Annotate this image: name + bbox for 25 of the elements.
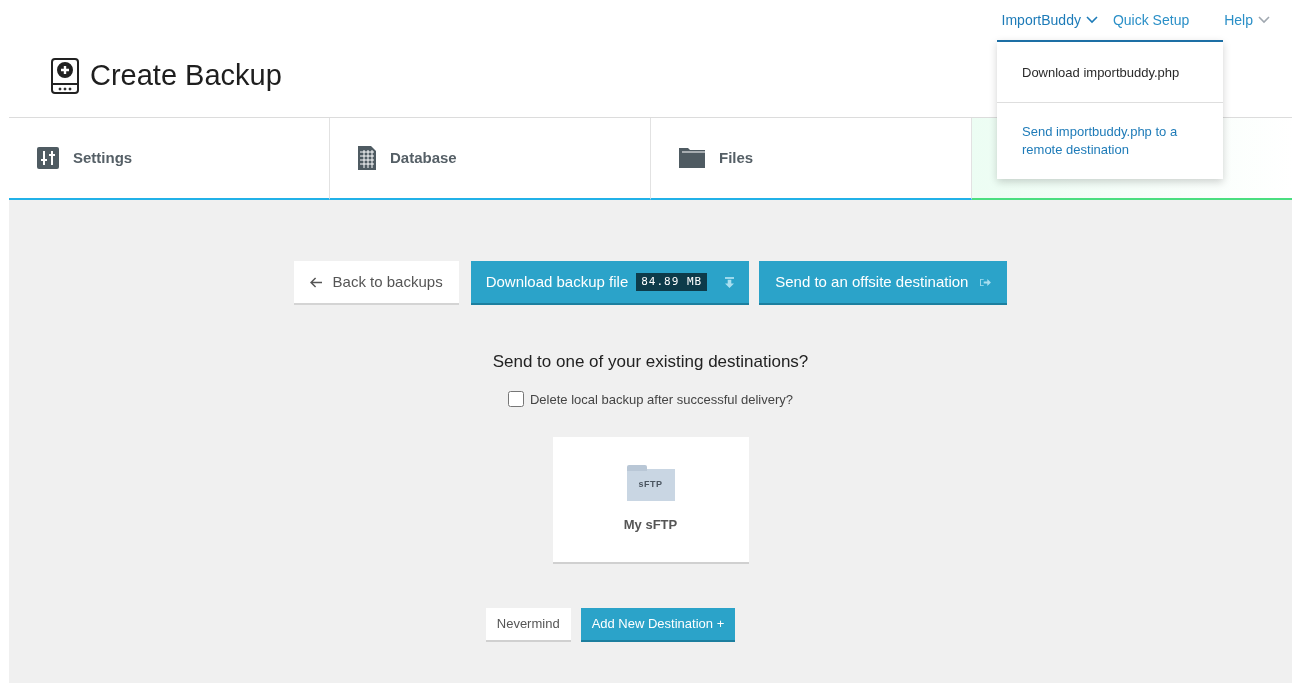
destination-name: My sFTP <box>623 515 678 534</box>
tab[interactable]: Database <box>330 118 651 200</box>
destination-card[interactable]: sFTP My sFTP <box>552 437 749 562</box>
size-badge: 84.89 MB <box>636 272 708 292</box>
arrow-left-icon <box>309 276 323 288</box>
nav-link[interactable]: Quick Setup <box>1112 10 1190 30</box>
nav-link[interactable]: ImportBuddy <box>1001 10 1098 30</box>
document-icon <box>358 146 376 170</box>
menu-item[interactable]: Send importbuddy.php to a remote destination <box>997 102 1223 179</box>
page-title: Create Backup <box>90 58 282 94</box>
folder-icon <box>679 148 705 168</box>
question-text: Send to one of your existing destinations? <box>492 351 809 373</box>
sliders-icon <box>37 147 59 169</box>
nevermind-button[interactable]: Nevermind <box>485 608 571 640</box>
nav-link[interactable]: Help <box>1224 10 1270 30</box>
checkbox[interactable] <box>508 391 524 408</box>
download-icon <box>725 276 735 288</box>
back-button[interactable]: Back to backups <box>293 261 459 303</box>
drive-icon <box>50 57 80 95</box>
download-button[interactable]: Download backup file 84.89 MB <box>470 261 750 303</box>
tab[interactable]: Files <box>651 118 972 200</box>
checkbox-label: Delete local backup after successful delivery? <box>530 390 793 409</box>
tab[interactable]: Settings <box>9 118 330 200</box>
export-icon <box>980 277 992 287</box>
menu-item[interactable]: Download importbuddy.php <box>997 42 1223 102</box>
